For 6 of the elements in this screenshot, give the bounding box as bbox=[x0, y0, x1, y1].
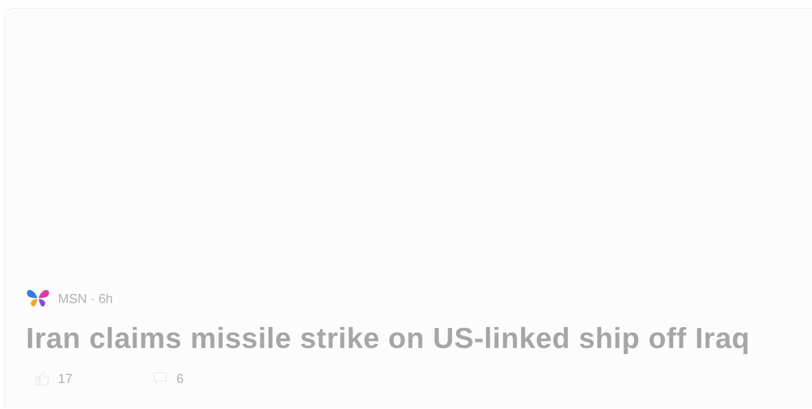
reaction-count: 17 bbox=[58, 370, 72, 386]
reaction-count: 6 bbox=[176, 370, 184, 386]
news-card[interactable]: MSN · 6h Iran claims missile strike on US-linked ship off Iraq 17 6 bbox=[5, 8, 812, 408]
headline[interactable]: Iran claims missile strike on US-linked ship off Iraq bbox=[26, 322, 812, 356]
source-label: MSN · 6h bbox=[58, 290, 113, 306]
butterfly-logo-icon bbox=[26, 288, 50, 308]
